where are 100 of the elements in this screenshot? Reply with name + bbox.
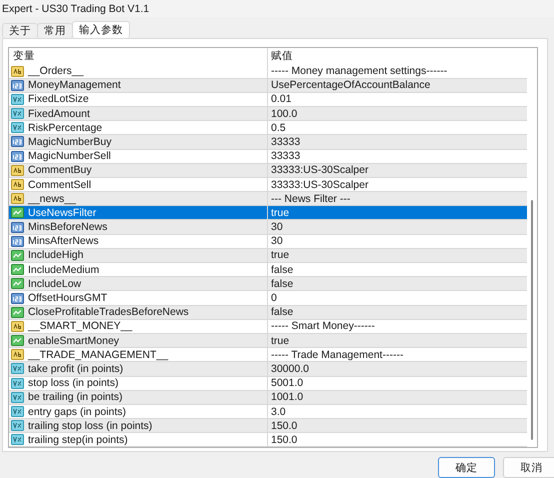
parameter-row[interactable]: IncludeLow false: [9, 277, 527, 292]
integer-type-icon: [11, 150, 24, 162]
parameter-name: CloseProfitableTradesBeforeNews: [28, 306, 189, 318]
parameter-name: __TRADE_MANAGEMENT__: [28, 348, 168, 361]
integer-type-icon: [11, 136, 24, 148]
parameter-value: true: [271, 334, 290, 347]
parameter-value: false: [271, 278, 294, 290]
parameter-value: 33333: [271, 136, 300, 148]
parameter-name: stop loss (in points): [28, 377, 118, 390]
boolean-type-icon: [11, 278, 24, 290]
column-header[interactable]: 变量: [13, 49, 35, 64]
parameter-value: 30000.0: [271, 362, 309, 375]
string-type-icon: [11, 349, 24, 360]
parameter-value: ----- Trade Management------: [271, 348, 404, 361]
parameter-name: entry gaps (in points): [28, 406, 126, 418]
parameter-row[interactable]: MagicNumberBuy 33333: [9, 135, 527, 150]
double-type-icon: [11, 420, 24, 432]
parameter-name: FixedLotSize: [28, 93, 89, 106]
parameter-value: 5001.0: [271, 377, 304, 390]
parameter-value: false: [271, 264, 294, 276]
tab[interactable]: 输入参数: [72, 21, 130, 38]
double-type-icon: [11, 378, 24, 389]
parameter-name: __SMART_MONEY__: [28, 320, 132, 332]
parameter-row[interactable]: trailing step(in points) 150.0: [9, 433, 527, 448]
parameter-value: 33333: [271, 150, 300, 162]
cancel-button[interactable]: 取消: [503, 457, 554, 478]
parameter-name: OffsetHoursGMT: [28, 292, 108, 304]
boolean-type-icon: [11, 264, 24, 276]
double-type-icon: [11, 122, 24, 134]
parameter-value: ----- Money management settings------: [271, 65, 448, 78]
string-type-icon: [11, 179, 24, 190]
double-type-icon: [11, 108, 24, 120]
window-title: Expert - US30 Trading Bot V1.1: [2, 2, 150, 15]
parameter-value: 33333:US-30Scalper: [271, 178, 368, 191]
double-type-icon: [11, 434, 24, 446]
parameter-value: 100.0: [271, 108, 298, 120]
double-type-icon: [11, 94, 24, 105]
parameter-value: 30: [271, 221, 283, 234]
parameter-value: 1001.0: [271, 391, 304, 404]
parameter-name: MagicNumberSell: [28, 150, 111, 162]
tab[interactable]: 常用: [37, 23, 73, 38]
parameter-value: 0.01: [271, 93, 292, 106]
parameter-row[interactable]: FixedAmount 100.0: [9, 106, 527, 122]
boolean-type-icon: [11, 207, 24, 218]
parameter-value: 33333:US-30Scalper: [271, 164, 368, 176]
parameter-value: UsePercentageOfAccountBalance: [271, 79, 430, 92]
parameter-row[interactable]: CommentBuy 33333:US-30Scalper: [9, 164, 527, 178]
column-header[interactable]: 赋值: [271, 50, 293, 62]
boolean-type-icon: [11, 306, 24, 318]
string-type-icon: [11, 320, 24, 332]
parameter-value: 0.5: [271, 122, 286, 134]
parameter-row[interactable]: take profit (in points) 30000.0: [9, 362, 527, 377]
boolean-type-icon: [11, 335, 24, 346]
parameter-name: MinsBeforeNews: [28, 221, 108, 234]
parameter-row[interactable]: UseNewsFilter true: [9, 206, 527, 220]
parameter-name: FixedAmount: [28, 108, 90, 120]
parameter-row[interactable]: MoneyManagement UsePercentageOfAccountBalance: [9, 78, 527, 93]
parameter-name: IncludeMedium: [28, 264, 100, 276]
parameter-row[interactable]: MinsBeforeNews 30: [9, 220, 527, 235]
string-type-icon: [11, 66, 24, 77]
tab[interactable]: 关于: [2, 23, 38, 38]
parameter-name: MinsAfterNews: [28, 235, 99, 248]
parameter-value: ----- Smart Money------: [271, 320, 375, 332]
parameter-value: false: [271, 306, 294, 318]
integer-type-icon: [11, 222, 24, 233]
parameter-name: IncludeLow: [28, 278, 82, 290]
parameter-value: 3.0: [271, 406, 286, 418]
parameter-row[interactable]: __news__ --- News Filter ---: [9, 192, 527, 206]
parameter-name: IncludeHigh: [28, 249, 84, 262]
double-type-icon: [11, 392, 24, 403]
parameter-row[interactable]: be trailing (in points) 1001.0: [9, 390, 527, 405]
parameter-row[interactable]: trailing stop loss (in points) 150.0: [9, 419, 527, 434]
scrollbar-thumb[interactable]: [531, 200, 533, 440]
parameter-value: 30: [271, 235, 283, 248]
parameter-row[interactable]: IncludeHigh true: [9, 248, 527, 264]
double-type-icon: [11, 406, 24, 418]
parameter-name: RiskPercentage: [28, 122, 102, 134]
parameter-name: __Orders__: [28, 65, 84, 78]
parameter-row[interactable]: enableSmartMoney true: [9, 334, 527, 348]
parameter-row[interactable]: CloseProfitableTradesBeforeNews false: [9, 306, 527, 320]
ok-button[interactable]: 确定: [438, 457, 495, 478]
double-type-icon: [11, 363, 24, 374]
integer-type-icon: [11, 236, 24, 247]
integer-type-icon: [11, 292, 24, 304]
parameter-name: trailing step(in points): [28, 434, 128, 446]
string-type-icon: [11, 164, 24, 176]
string-type-icon: [11, 193, 24, 204]
parameter-name: MagicNumberBuy: [28, 136, 112, 148]
parameter-name: take profit (in points): [28, 362, 124, 375]
parameter-value: 0: [271, 292, 277, 304]
parameter-name: CommentSell: [28, 178, 92, 191]
parameter-value: 150.0: [271, 420, 298, 432]
parameter-name: be trailing (in points): [28, 391, 123, 404]
parameter-name: CommentBuy: [28, 164, 92, 176]
parameter-name: enableSmartMoney: [28, 334, 120, 347]
parameter-value: true: [271, 206, 290, 219]
integer-type-icon: [11, 80, 24, 91]
parameter-value: true: [271, 249, 290, 262]
parameter-value: 150.0: [271, 434, 298, 446]
parameter-name: trailing stop loss (in points): [28, 420, 152, 432]
